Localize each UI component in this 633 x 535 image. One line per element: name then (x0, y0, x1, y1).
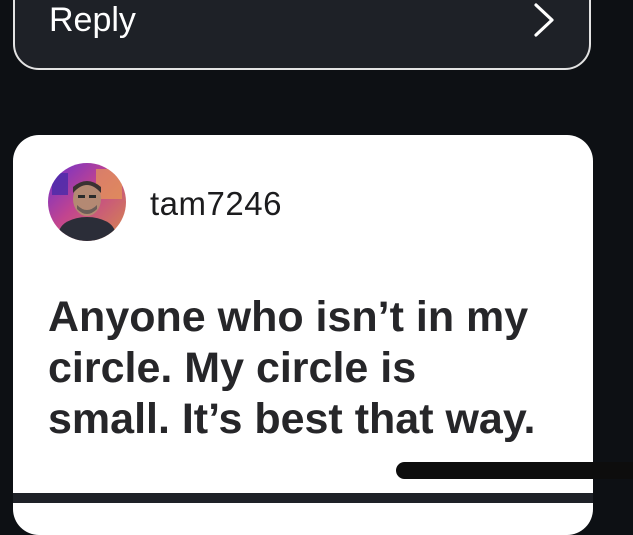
home-indicator[interactable] (396, 462, 633, 479)
avatar-image (48, 163, 126, 241)
post-text: Anyone who isn’t in my circle. My circle… (48, 293, 536, 443)
username[interactable]: tam7246 (150, 184, 282, 224)
reply-label: Reply (49, 1, 136, 39)
chevron-right-icon (534, 3, 554, 37)
avatar[interactable] (48, 163, 126, 241)
bottom-bar (13, 493, 593, 503)
reply-button[interactable]: Reply (13, 0, 591, 70)
